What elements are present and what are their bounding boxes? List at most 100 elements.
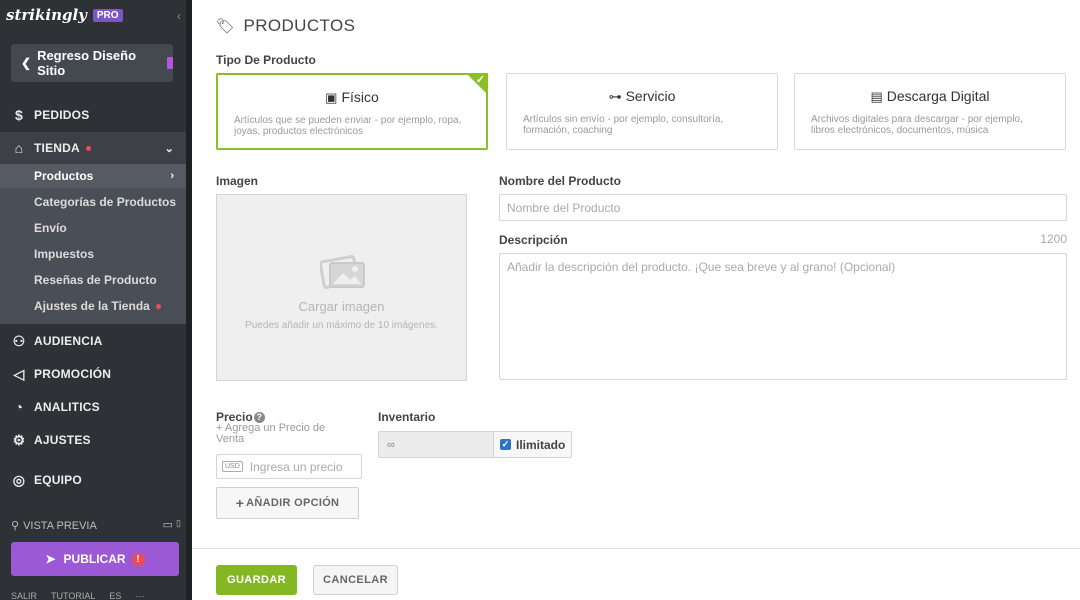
collapse-sidebar-icon[interactable]: ‹ bbox=[177, 9, 181, 23]
package-icon: ▣ bbox=[325, 90, 338, 105]
preview-label: VISTA PREVIA bbox=[23, 519, 97, 532]
card-title: Servicio bbox=[625, 88, 676, 104]
mobile-phone-icon bbox=[167, 57, 173, 69]
submenu-impuestos[interactable]: Impuestos bbox=[0, 242, 186, 266]
inventory-label: Inventario bbox=[378, 410, 436, 424]
warning-icon: ! bbox=[131, 552, 145, 566]
store-icon: ⌂ bbox=[14, 140, 24, 156]
pie-chart-icon: ◔ bbox=[14, 399, 24, 415]
unlimited-label: Ilimitado bbox=[516, 437, 566, 452]
back-to-site-design-button[interactable]: ❮ Regreso Diseño Sitio bbox=[11, 44, 173, 82]
nav-label: PEDIDOS bbox=[34, 108, 90, 122]
nav-label: AUDIENCIA bbox=[34, 334, 103, 348]
nav-equipo[interactable]: ◎ EQUIPO bbox=[0, 464, 186, 496]
publish-label: PUBLICAR bbox=[63, 552, 126, 566]
publish-button[interactable]: ➤ PUBLICAR ! bbox=[11, 542, 179, 576]
submenu-productos[interactable]: Productos › bbox=[0, 164, 186, 188]
submenu-resenas[interactable]: Reseñas de Producto bbox=[0, 268, 186, 292]
nav-analitics[interactable]: ◔ ANALITICS bbox=[0, 391, 186, 423]
more-link[interactable]: ··· bbox=[135, 591, 144, 600]
product-name-input[interactable] bbox=[499, 194, 1067, 221]
strikingly-logo[interactable]: strikingly bbox=[6, 6, 87, 24]
exit-link[interactable]: SALIR bbox=[11, 591, 37, 600]
sidebar: strikingly PRO ‹ ❮ Regreso Diseño Sitio … bbox=[0, 0, 192, 600]
inventory-input[interactable]: ∞ bbox=[378, 431, 493, 458]
nav-label: PROMOCIÓN bbox=[34, 367, 112, 381]
page-title-text: PRODUCTOS bbox=[243, 16, 356, 35]
tienda-submenu: Productos › Categorías de Productos Enví… bbox=[0, 164, 186, 324]
nav-audiencia[interactable]: ⚇ AUDIENCIA bbox=[0, 325, 186, 357]
sidebar-footer-links: SALIR TUTORIAL ES ··· bbox=[11, 591, 144, 600]
back-button-label: Regreso Diseño Sitio bbox=[37, 48, 137, 78]
submenu-envio[interactable]: Envío bbox=[0, 216, 186, 240]
product-name-label: Nombre del Producto bbox=[499, 174, 622, 188]
document-icon: ▤ bbox=[870, 89, 883, 104]
description-textarea[interactable] bbox=[499, 253, 1067, 380]
image-upload-area[interactable]: Cargar imagen Puedes añadir un máximo de… bbox=[216, 194, 467, 381]
nav-ajustes[interactable]: ⚙ AJUSTES bbox=[0, 424, 186, 456]
search-icon: ⚲ bbox=[11, 520, 20, 532]
nav-label: ANALITICS bbox=[34, 400, 100, 414]
tag-icon: 🏷 bbox=[216, 18, 236, 35]
brand: strikingly PRO bbox=[6, 6, 123, 24]
nav-label: EQUIPO bbox=[34, 473, 82, 487]
submenu-categorias[interactable]: Categorías de Productos bbox=[0, 190, 186, 214]
add-sale-price-link[interactable]: + Agrega un Precio de Venta bbox=[216, 423, 346, 445]
product-type-servicio[interactable]: ⊶ Servicio Artículos sin envío - por ejem… bbox=[506, 73, 778, 150]
chevron-right-icon: › bbox=[170, 170, 174, 182]
plus-icon: + bbox=[235, 495, 245, 511]
product-type-fisico[interactable]: ✓ ▣ Físico Artículos que se pueden enviar… bbox=[216, 73, 488, 150]
rocket-icon: ➤ bbox=[45, 552, 56, 566]
submenu-label: Categorías de Productos bbox=[34, 195, 177, 209]
description-char-count: 1200 bbox=[1040, 232, 1067, 246]
cancel-button[interactable]: CANCELAR bbox=[313, 565, 398, 595]
product-type-label: Tipo De Producto bbox=[216, 53, 316, 67]
add-option-button[interactable]: + AÑADIR OPCIÓN bbox=[216, 487, 359, 519]
submenu-label: Impuestos bbox=[34, 247, 95, 261]
tutorial-link[interactable]: TUTORIAL bbox=[51, 591, 95, 600]
language-link[interactable]: ES bbox=[109, 591, 121, 600]
nav-pedidos[interactable]: $ PEDIDOS bbox=[0, 99, 186, 131]
upload-title: Cargar imagen bbox=[298, 299, 385, 314]
nav-label: TIENDA bbox=[34, 141, 80, 155]
card-description: Artículos que se pueden enviar - por eje… bbox=[234, 115, 462, 137]
currency-badge: USD bbox=[222, 461, 243, 472]
page-title: 🏷 PRODUCTOS bbox=[216, 16, 355, 36]
save-button[interactable]: GUARDAR bbox=[216, 565, 297, 595]
upload-subtitle: Puedes añadir un máximo de 10 imágenes. bbox=[245, 320, 438, 331]
unlimited-checkbox[interactable]: ✓ bbox=[500, 439, 511, 450]
unlimited-toggle[interactable]: ✓ Ilimitado bbox=[493, 431, 572, 458]
submenu-ajustes-tienda[interactable]: Ajustes de la Tienda bbox=[0, 294, 186, 318]
dollar-circle-icon: $ bbox=[15, 107, 23, 123]
image-upload-icon bbox=[320, 255, 365, 289]
pro-badge: PRO bbox=[92, 8, 123, 22]
notification-dot bbox=[155, 303, 161, 309]
submenu-label: Reseñas de Producto bbox=[34, 273, 157, 287]
image-label: Imagen bbox=[216, 174, 259, 188]
price-input[interactable] bbox=[249, 459, 350, 474]
gear-icon: ⚙ bbox=[12, 431, 26, 448]
mobile-preview-icon[interactable]: ▯ bbox=[176, 518, 181, 529]
nav-promocion[interactable]: ◁ PROMOCIÓN bbox=[0, 358, 186, 390]
nav-label: AJUSTES bbox=[34, 433, 91, 447]
nav-tienda[interactable]: ⌂ TIENDA ⌄ bbox=[0, 132, 186, 164]
card-description: Artículos sin envío - por ejemplo, consu… bbox=[523, 114, 724, 136]
desktop-preview-icon[interactable]: ▭ bbox=[163, 518, 173, 531]
megaphone-icon: ◁ bbox=[13, 365, 25, 382]
product-type-descarga-digital[interactable]: ▤ Descarga Digital Archivos digitales par… bbox=[794, 73, 1066, 150]
users-icon: ⚇ bbox=[12, 332, 26, 349]
card-description: Archivos digitales para descargar - por … bbox=[811, 114, 1023, 136]
description-label: Descripción bbox=[499, 233, 568, 247]
team-icon: ◎ bbox=[12, 471, 26, 488]
inventory-value: ∞ bbox=[387, 438, 395, 451]
chevron-left-icon: ❮ bbox=[21, 56, 32, 70]
submenu-label: Productos bbox=[34, 169, 94, 183]
check-icon: ✓ bbox=[475, 74, 485, 86]
card-title: Descarga Digital bbox=[886, 88, 990, 104]
add-option-label: AÑADIR OPCIÓN bbox=[246, 497, 340, 509]
preview-row[interactable]: ⚲ VISTA PREVIA ▭ ▯ bbox=[11, 518, 181, 532]
notification-dot bbox=[85, 145, 91, 151]
dumbbell-icon: ⊶ bbox=[608, 89, 622, 104]
price-field[interactable]: USD bbox=[216, 454, 362, 479]
chevron-down-icon: ⌄ bbox=[164, 142, 174, 155]
